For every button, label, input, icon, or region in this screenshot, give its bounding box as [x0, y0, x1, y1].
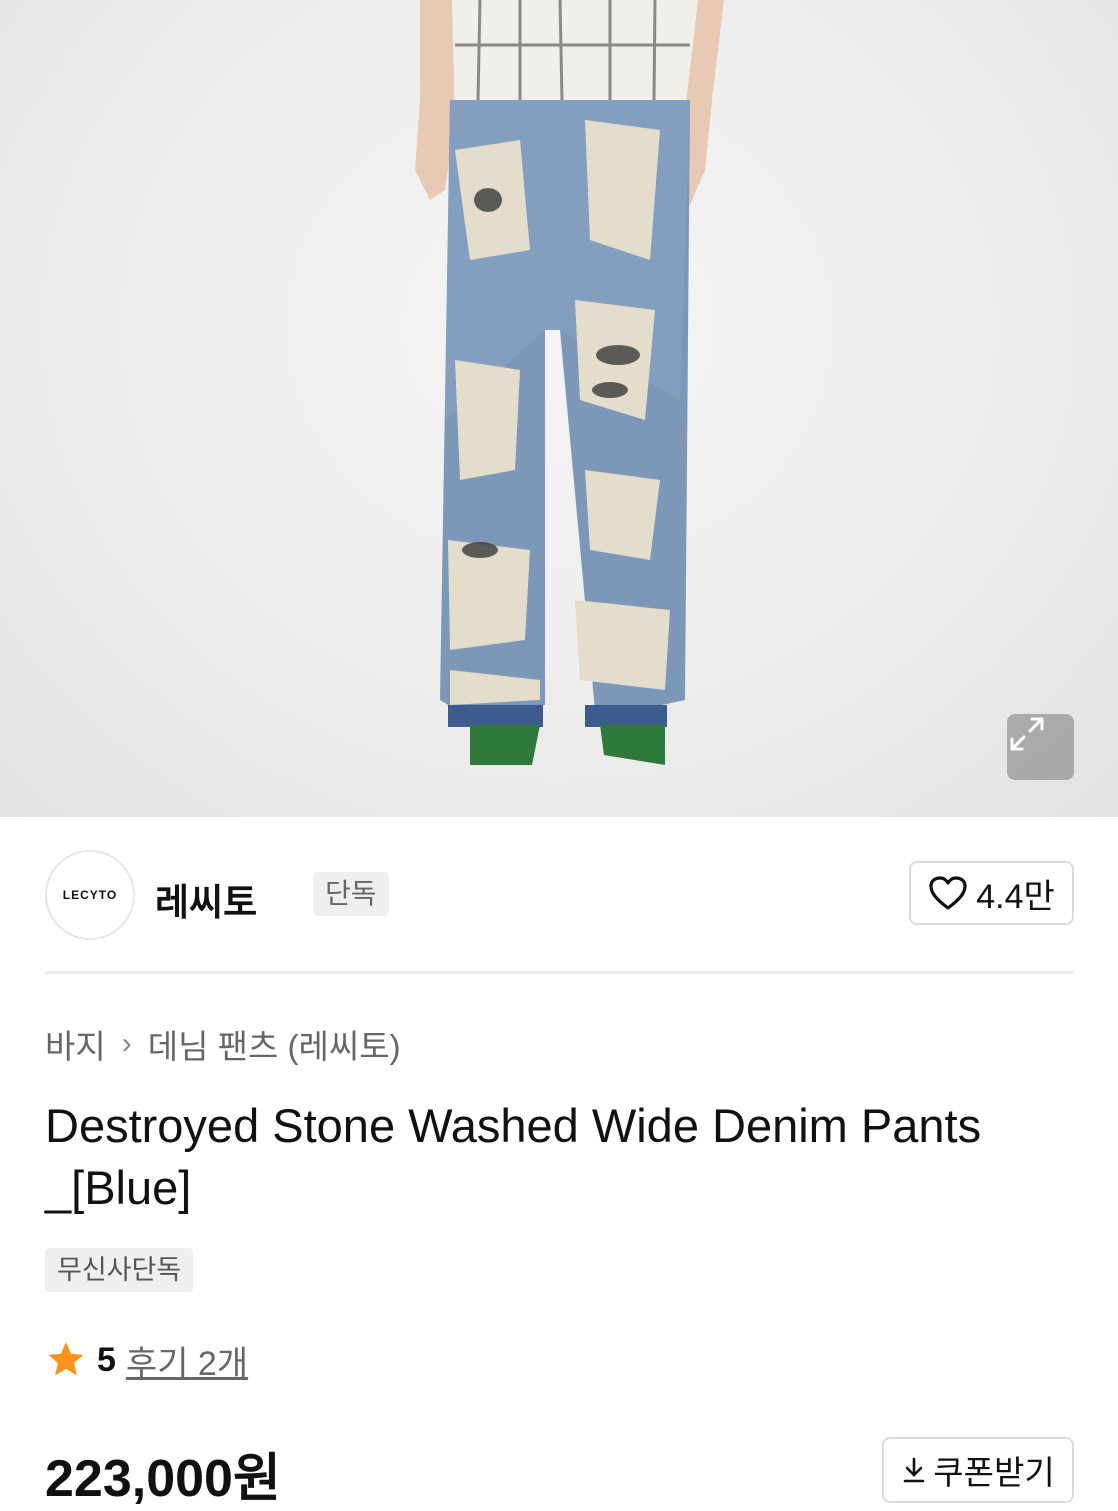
- exclusive-badge: 단독: [313, 872, 389, 916]
- product-title: Destroyed Stone Washed Wide Denim Pants …: [45, 1099, 982, 1214]
- brand-logo-text: LECYTO: [62, 888, 118, 902]
- like-button[interactable]: 4.4만: [909, 861, 1074, 925]
- review-link[interactable]: 후기 2개: [126, 1336, 248, 1385]
- breadcrumb-category[interactable]: 바지: [45, 1020, 106, 1068]
- brand-logo[interactable]: LECYTO: [45, 850, 135, 940]
- rating-score: 5: [97, 1340, 116, 1379]
- like-count: 4.4만: [976, 877, 1055, 916]
- breadcrumb-separator: ›: [121, 1027, 132, 1060]
- divider: [45, 971, 1074, 974]
- star-icon: [48, 1342, 84, 1376]
- brand-row: LECYTO 레씨토 단독 4.4만: [45, 850, 1074, 940]
- exclusive-tag: 무신사단독: [45, 1248, 194, 1292]
- breadcrumb: 바지 › 데님 팬츠 (레씨토): [45, 1020, 401, 1068]
- brand-name[interactable]: 레씨토: [155, 872, 257, 926]
- breadcrumb-subcategory[interactable]: 데님 팬츠 (레씨토): [148, 1020, 401, 1068]
- expand-icon: [1010, 717, 1044, 751]
- product-photo: [415, 0, 724, 765]
- rating-row: 5 후기 2개: [45, 1335, 248, 1385]
- expand-image-button[interactable]: [1007, 714, 1074, 780]
- coupon-label: 쿠폰받기: [933, 1454, 1055, 1491]
- download-icon: [903, 1457, 925, 1483]
- coupon-button[interactable]: 쿠폰받기: [882, 1437, 1074, 1503]
- product-image[interactable]: [0, 0, 1118, 817]
- heart-icon: [929, 876, 967, 910]
